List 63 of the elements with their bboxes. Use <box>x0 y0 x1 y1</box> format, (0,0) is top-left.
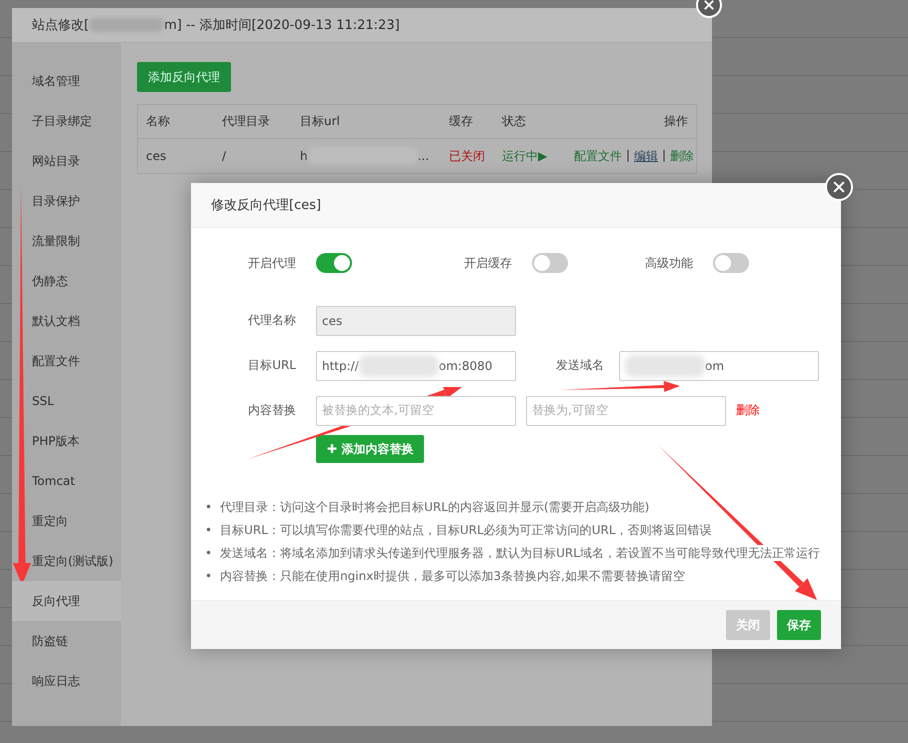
sidebar-item[interactable]: PHP版本 <box>12 421 121 461</box>
save-button[interactable]: 保存 <box>777 610 821 640</box>
sidebar-item[interactable]: 默认文档 <box>12 301 121 341</box>
separator: | <box>626 148 630 164</box>
help-note: 发送域名：将域名添加到请求头传递到代理服务器，默认为目标URL域名，若设置不当可能导致代理无法正常运行 <box>220 545 820 561</box>
input-field[interactable]: om <box>619 350 819 380</box>
toggle-switch[interactable] <box>532 253 568 273</box>
dialog-title: m] -- 添加时间[2020-09-13 11:21:23] <box>164 17 400 34</box>
field-label: 内容替换 <box>247 402 297 419</box>
help-note: 内容替换：只能在使用nginx时提供，最多可以添加3条替换内容,如果不需要替换请留空 <box>220 568 685 584</box>
sidebar-item[interactable]: 伪静态 <box>12 261 121 301</box>
sidebar-item[interactable]: 流量限制 <box>12 221 121 261</box>
bullet: • <box>205 522 212 538</box>
table-cell: ... <box>418 149 430 163</box>
dialog-title: 修改反向代理[ces] <box>211 197 322 214</box>
bullet: • <box>205 545 212 561</box>
field-label: 代理名称 <box>247 312 297 329</box>
toggle-label: 高级功能 <box>644 254 694 272</box>
field-label: 发送域名 <box>555 357 605 374</box>
sidebar-item[interactable]: 网站目录 <box>12 141 121 181</box>
toggle-switch[interactable] <box>713 253 749 273</box>
sidebar-item[interactable]: 子目录绑定 <box>12 101 121 141</box>
column-header: 名称 <box>146 113 171 130</box>
sidebar-item[interactable]: 配置文件 <box>12 341 121 381</box>
cache-status: 已关闭 <box>449 148 486 164</box>
sidebar-item[interactable]: 重定向 <box>12 501 121 541</box>
run-status[interactable]: 运行中▶ <box>502 148 572 164</box>
toggle-label: 开启代理 <box>247 254 297 272</box>
toggle-label: 开启缓存 <box>463 254 513 272</box>
table-cell-text: ces <box>146 149 168 163</box>
column-header: 状态 <box>502 113 527 130</box>
dialog-title: 站点修改[ <box>32 17 90 34</box>
separator: | <box>662 148 666 164</box>
sidebar-item[interactable]: 反向代理 <box>12 581 121 621</box>
sidebar-item[interactable]: 响应日志 <box>12 661 121 701</box>
table-cell-text: / <box>222 149 228 163</box>
action-link[interactable]: 配置文件 <box>574 148 622 164</box>
column-header: 代理目录 <box>222 113 271 130</box>
bullet: • <box>205 568 212 584</box>
add-replace-button[interactable]: ✚ 添加内容替换 <box>316 435 424 463</box>
bullet: • <box>205 499 212 515</box>
close-icon <box>831 179 847 195</box>
add-proxy-button[interactable]: 添加反向代理 <box>137 62 231 92</box>
close-icon <box>702 0 716 12</box>
sidebar-item[interactable]: 域名管理 <box>12 61 121 101</box>
help-note: 目标URL：可以填写你需要代理的站点，目标URL必须为可正常访问的URL，否则将返回错误 <box>220 522 712 538</box>
table-cell: h <box>300 149 308 163</box>
column-header: 缓存 <box>449 113 474 130</box>
sidebar-item[interactable]: 重定向(测试版) <box>12 541 121 581</box>
help-note: 代理目录：访问这个目录时将会把目标URL的内容返回并显示(需要开启高级功能) <box>220 499 650 515</box>
sidebar-item[interactable]: 防盗链 <box>12 621 121 661</box>
sidebar-item[interactable]: SSL <box>12 381 121 421</box>
delete-link[interactable]: 删除 <box>736 402 760 419</box>
sidebar-item[interactable]: 目录保护 <box>12 181 121 221</box>
sidebar-item[interactable]: Tomcat <box>12 461 121 501</box>
column-header: 目标url <box>300 113 341 130</box>
action-link[interactable]: 删除 <box>670 148 694 164</box>
column-header: 操作 <box>664 113 688 130</box>
toggle-switch[interactable] <box>316 253 352 273</box>
edit-link[interactable]: 编辑 <box>634 148 658 164</box>
close-button[interactable] <box>825 173 853 201</box>
input-field[interactable]: http:// om:8080 <box>316 350 516 380</box>
field-label: 目标URL <box>247 357 297 374</box>
